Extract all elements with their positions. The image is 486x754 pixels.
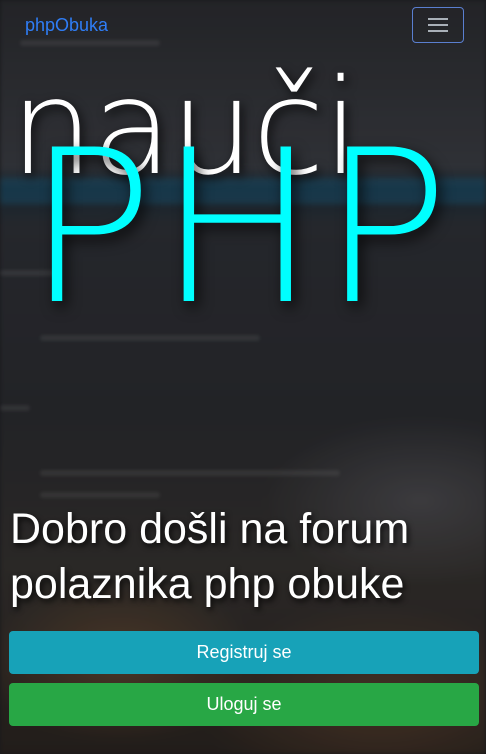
register-button[interactable]: Registruj se — [9, 631, 479, 674]
login-button[interactable]: Uloguj se — [9, 683, 479, 726]
brand-link[interactable]: phpObuka — [25, 15, 108, 36]
hero-title-php: PHP — [26, 104, 454, 351]
navbar-toggler-button[interactable] — [412, 7, 464, 43]
navbar: phpObuka — [0, 0, 486, 52]
welcome-heading: Dobro došli na forum polaznika php obuke — [10, 505, 410, 608]
